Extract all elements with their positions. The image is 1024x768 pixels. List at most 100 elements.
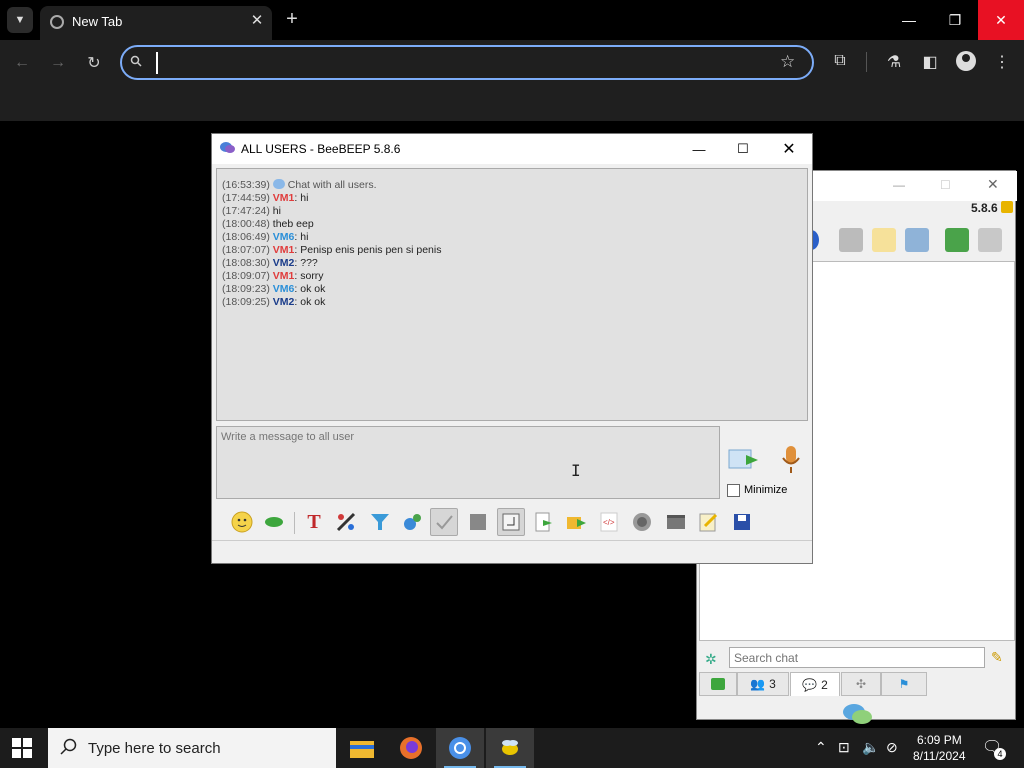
- filter-icon[interactable]: [366, 508, 394, 536]
- windows-start-icon[interactable]: [12, 738, 32, 758]
- message-input-box[interactable]: [216, 426, 720, 499]
- message-text: : ok ok: [294, 283, 326, 295]
- message-sender[interactable]: VM6: [273, 231, 295, 243]
- message-sender[interactable]: VM1: [273, 192, 295, 204]
- taskbar-firefox[interactable]: [387, 728, 435, 768]
- send-message-icon[interactable]: [728, 447, 762, 473]
- bookmark-star-icon[interactable]: ☆: [780, 52, 795, 72]
- font-icon[interactable]: T: [300, 508, 328, 536]
- message-input[interactable]: [217, 427, 719, 498]
- volume-icon[interactable]: 🔈: [862, 739, 879, 756]
- chat-message: (17:47:24) hi: [222, 205, 281, 217]
- send-file-icon[interactable]: [530, 508, 558, 536]
- window-minimize-button[interactable]: —: [886, 0, 932, 40]
- tab-search-button[interactable]: ▼: [7, 7, 33, 33]
- browser-toolbar: ← → ↻ ☆ ⧉ ⚗ ◧ ⋮: [0, 40, 1024, 121]
- address-input[interactable]: [156, 52, 756, 74]
- main-minimize-button[interactable]: —: [893, 178, 905, 192]
- chat-history[interactable]: (16:53:39) Chat with all users. (17:44:59…: [216, 168, 808, 421]
- emoticon-list-icon[interactable]: [260, 508, 288, 536]
- window-close-button[interactable]: ✕: [978, 0, 1024, 40]
- chat-close-button[interactable]: ✕: [766, 134, 812, 164]
- clear-broom-icon[interactable]: ✎: [991, 649, 1003, 666]
- record-icon[interactable]: [628, 508, 656, 536]
- emoticon-icon[interactable]: [228, 508, 256, 536]
- forward-arrow-icon[interactable]: →: [45, 50, 71, 76]
- message-sender[interactable]: VM1: [273, 270, 295, 282]
- message-sender[interactable]: VM2: [273, 257, 295, 269]
- reload-icon[interactable]: ↻: [81, 50, 107, 76]
- window-restore-button[interactable]: ❐: [932, 0, 978, 40]
- tab-groups[interactable]: ✣: [841, 672, 881, 696]
- update-arrow-icon[interactable]: [945, 228, 969, 252]
- message-text: : Penisp enis penis pen si penis: [294, 244, 442, 256]
- toolbar-divider: [866, 52, 867, 72]
- new-tab-button[interactable]: +: [280, 8, 304, 30]
- groups-icon: ✣: [855, 677, 867, 691]
- tab-close-icon[interactable]: ✕: [248, 11, 266, 29]
- firefox-icon: [400, 737, 422, 759]
- spell-check-icon[interactable]: [430, 508, 458, 536]
- clock-date[interactable]: 8/11/2024: [913, 749, 966, 763]
- extensions-icon[interactable]: ⧉: [829, 52, 851, 70]
- chat-minimize-button[interactable]: —: [676, 134, 722, 164]
- tab-chats[interactable]: 💬 2: [790, 672, 840, 696]
- word-complete-icon[interactable]: [464, 508, 492, 536]
- address-bar[interactable]: ☆: [120, 45, 814, 80]
- notes-edit-icon[interactable]: [694, 508, 722, 536]
- chat-message: (18:09:07) VM1: sorry: [222, 270, 324, 282]
- users-icon: 👥: [750, 677, 766, 691]
- message-timestamp: (18:06:49): [222, 231, 270, 243]
- message-text: : ok ok: [294, 296, 326, 308]
- tray-chevron-icon[interactable]: ⌃: [815, 739, 827, 756]
- tab-users[interactable]: 👥 3: [737, 672, 789, 696]
- html-code-icon[interactable]: </>: [595, 508, 623, 536]
- chat-maximize-button[interactable]: ☐: [720, 134, 766, 164]
- save-chat-icon[interactable]: [728, 508, 756, 536]
- windows-taskbar: Type here to search ⌃ ⊡ 🔈 ⊘ 6:09 PM 8/11…: [0, 728, 1024, 768]
- clock-time[interactable]: 6:09 PM: [917, 733, 962, 747]
- taskbar-beebeep[interactable]: [486, 728, 534, 768]
- profile-avatar-icon[interactable]: [956, 51, 976, 71]
- main-close-button[interactable]: ✕: [987, 176, 999, 193]
- chat-toolbar: T </>: [216, 504, 808, 540]
- message-timestamp: (17:47:24): [222, 205, 270, 217]
- side-panel-icon[interactable]: ◧: [919, 52, 941, 72]
- network-status-icon[interactable]: ⊡: [838, 739, 850, 756]
- tools-icon[interactable]: [905, 228, 929, 252]
- message-sender[interactable]: VM1: [273, 244, 295, 256]
- message-timestamp: (18:09:23): [222, 283, 270, 295]
- menu-kebab-icon[interactable]: ⋮: [991, 52, 1013, 72]
- tab-shares[interactable]: ⚑: [881, 672, 927, 696]
- beebeep-chat-window: ALL USERS - BeeBEEP 5.8.6 — ☐ ✕ (16:53:3…: [211, 133, 813, 564]
- edit-pencil-icon[interactable]: [872, 228, 896, 252]
- chat-status-bar: [212, 540, 812, 563]
- search-chat-input[interactable]: [729, 647, 985, 668]
- taskbar-search-box[interactable]: Type here to search: [48, 728, 336, 768]
- tab-home[interactable]: [699, 672, 737, 696]
- color-palette-icon[interactable]: [332, 508, 360, 536]
- folder-icon[interactable]: [839, 228, 863, 252]
- minimize-checkbox[interactable]: [727, 484, 740, 497]
- settings-gear-icon[interactable]: ✲: [705, 651, 721, 667]
- taskbar-search-icon: [60, 738, 78, 761]
- message-text: theb eep: [272, 218, 314, 230]
- return-key-icon[interactable]: [497, 508, 525, 536]
- taskbar-chrome[interactable]: [436, 728, 484, 768]
- text-cursor-icon: I: [571, 461, 581, 480]
- tab-new-tab[interactable]: New Tab ✕: [40, 6, 272, 40]
- trash-icon[interactable]: [978, 228, 1002, 252]
- microphone-icon[interactable]: [780, 445, 802, 475]
- message-sender[interactable]: VM6: [273, 283, 295, 295]
- main-maximize-button[interactable]: ☐: [940, 178, 951, 192]
- message-sender[interactable]: VM2: [273, 296, 295, 308]
- tray-app-icon[interactable]: ⊘: [886, 739, 898, 756]
- search-icon: [130, 55, 142, 70]
- labs-flask-icon[interactable]: ⚗: [883, 52, 905, 72]
- back-arrow-icon[interactable]: ←: [9, 50, 35, 76]
- screenshot-icon[interactable]: [662, 508, 690, 536]
- chat-message: (16:53:39) Chat with all users.: [222, 179, 377, 191]
- send-folder-icon[interactable]: [562, 508, 590, 536]
- taskbar-file-explorer[interactable]: [338, 728, 386, 768]
- settings-gears-icon[interactable]: [398, 508, 426, 536]
